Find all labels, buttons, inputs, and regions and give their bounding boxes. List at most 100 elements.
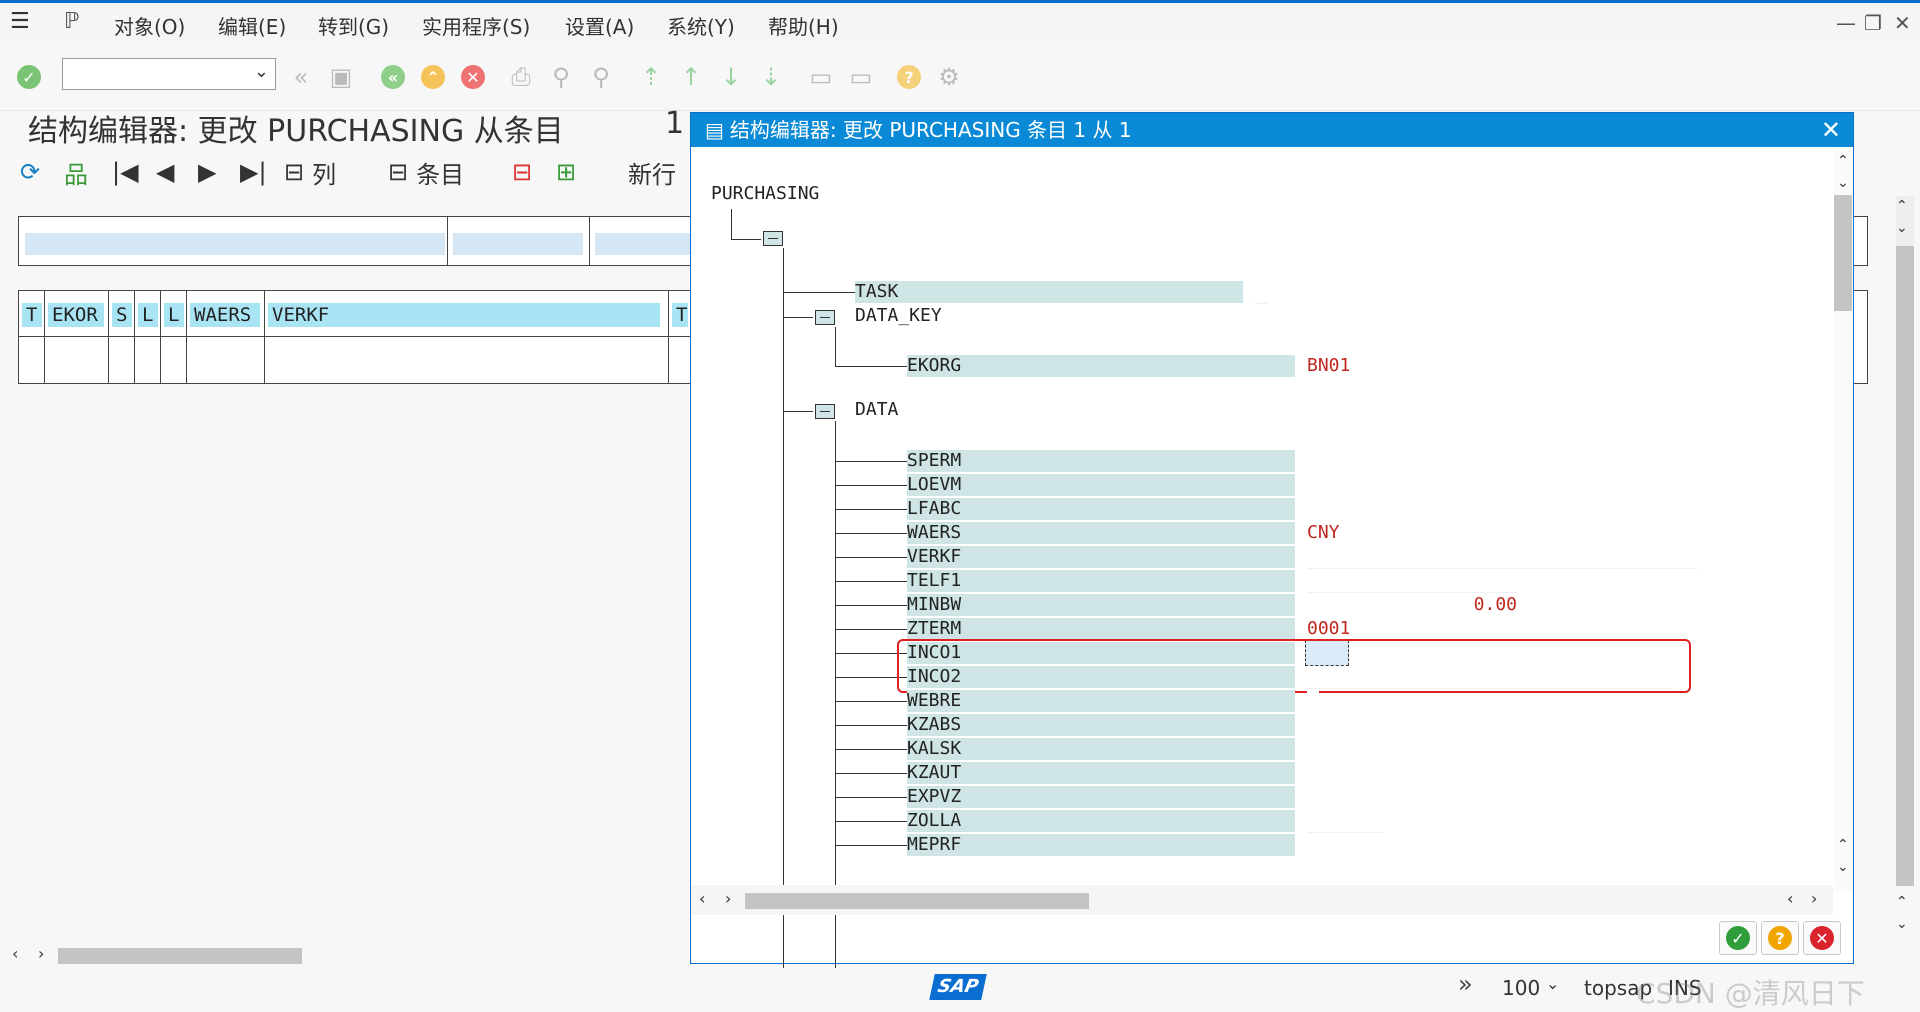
table-header-cell[interactable]: VERKF — [268, 303, 660, 327]
scroll-down-icon[interactable]: ⌄ — [1837, 859, 1849, 875]
close-window-icon[interactable]: ✕ — [1894, 11, 1911, 35]
table-header-cell[interactable]: WAERS — [190, 303, 260, 327]
menu-settings[interactable]: 设置(A) — [565, 11, 634, 40]
field-input[interactable] — [1307, 474, 1319, 496]
menu-help[interactable]: 帮助(H) — [768, 11, 839, 40]
column-button[interactable]: ⊟ 列 — [284, 156, 336, 189]
restore-icon[interactable]: ❐ — [1864, 11, 1882, 35]
print-icon[interactable]: ⎙ — [506, 62, 536, 92]
menu-edit[interactable]: 编辑(E) — [218, 11, 286, 40]
next-entry-icon[interactable]: ▶ — [198, 156, 216, 188]
table-header-cell[interactable]: S — [112, 303, 132, 327]
menu-utilities[interactable]: 实用程序(S) — [422, 11, 530, 40]
scroll-down-icon[interactable]: ⌄ — [1896, 916, 1908, 932]
field-input[interactable] — [1307, 786, 1319, 808]
folder-icon[interactable] — [815, 404, 835, 419]
find-next-icon[interactable]: ⚲ — [586, 62, 616, 92]
field-input[interactable] — [1307, 714, 1319, 736]
menu-icon[interactable]: ☰ — [10, 9, 30, 34]
dialog-vertical-scrollbar[interactable] — [1834, 151, 1852, 891]
hierarchy-icon[interactable]: 品 — [64, 156, 88, 189]
insert-row-icon[interactable]: ⊞ — [556, 156, 576, 188]
field-input[interactable] — [1307, 738, 1331, 760]
field-input[interactable] — [1307, 498, 1319, 520]
help-button[interactable]: ? — [1761, 921, 1799, 955]
scroll-down-icon[interactable]: ⌄ — [1837, 175, 1849, 191]
menu-system[interactable]: 系统(Y) — [667, 11, 735, 40]
cancel-icon[interactable]: ✕ — [458, 62, 488, 92]
table-header-cell[interactable]: L — [138, 303, 158, 327]
scroll-up-icon[interactable]: ⌃ — [1896, 198, 1908, 214]
find-icon[interactable]: ⚲ — [546, 62, 576, 92]
next-page-icon[interactable]: ↓ — [716, 62, 746, 92]
sap-menu-icon[interactable]: ℙ — [64, 9, 79, 34]
refresh-icon[interactable]: ⟳ — [20, 156, 40, 188]
minimize-icon[interactable]: — — [1836, 11, 1856, 35]
field-input[interactable] — [1307, 762, 1319, 784]
field-value-zterm[interactable]: 0001 — [1307, 618, 1350, 640]
scroll-left-icon[interactable]: ‹ — [699, 889, 705, 908]
help-icon[interactable]: ? — [894, 62, 924, 92]
field-input[interactable] — [1307, 834, 1319, 856]
menu-object[interactable]: 对象(O) — [114, 11, 185, 40]
scroll-right-icon[interactable]: › — [38, 944, 44, 963]
field-input[interactable] — [1307, 546, 1697, 569]
task-input[interactable] — [1255, 281, 1267, 304]
main-horizontal-scroll-thumb[interactable] — [58, 948, 302, 964]
back-double-icon[interactable]: « — [286, 62, 316, 92]
selection-field[interactable] — [453, 233, 583, 255]
save-icon[interactable]: ▣ — [326, 62, 356, 92]
field-value-minbw[interactable]: 0.00 — [1307, 594, 1517, 616]
selection-field[interactable] — [595, 233, 695, 255]
first-entry-icon[interactable]: |◀ — [112, 156, 139, 188]
delete-row-icon[interactable]: ⊟ — [512, 156, 532, 188]
gear-icon[interactable]: ⚙ — [934, 62, 964, 92]
selection-field[interactable] — [25, 233, 445, 255]
zoom-chevron-down-icon[interactable]: ⌄ — [1546, 974, 1559, 993]
scroll-up-icon[interactable]: ⌃ — [1837, 837, 1849, 853]
scroll-left-icon[interactable]: ‹ — [1787, 889, 1793, 908]
previous-entry-icon[interactable]: ◀ — [156, 156, 174, 188]
last-page-icon[interactable]: ⇣ — [756, 62, 786, 92]
dialog-close-icon[interactable]: ✕ — [1821, 113, 1841, 147]
table-header-cell[interactable]: T — [22, 303, 42, 327]
confirm-button[interactable]: ✓ — [1719, 921, 1757, 955]
scroll-up-icon[interactable]: ⌃ — [1896, 894, 1908, 910]
scroll-right-icon[interactable]: › — [1811, 889, 1817, 908]
back-icon[interactable]: « — [378, 62, 408, 92]
entry-button[interactable]: ⊟ 条目 — [388, 156, 464, 189]
command-field[interactable]: ⌄ — [62, 58, 276, 90]
dialog-horizontal-scroll-thumb[interactable] — [745, 893, 1089, 909]
dialog-scroll-thumb[interactable] — [1834, 195, 1852, 311]
scroll-up-icon[interactable]: ⌃ — [1837, 153, 1849, 169]
field-input[interactable] — [1307, 570, 1517, 593]
folder-icon[interactable] — [815, 310, 835, 325]
zoom-level[interactable]: 100 — [1502, 976, 1540, 1000]
new-row-button[interactable]: 新行 — [628, 156, 676, 189]
previous-page-icon[interactable]: ↑ — [676, 62, 706, 92]
cancel-button[interactable]: ✕ — [1803, 921, 1841, 955]
main-scroll-thumb[interactable] — [1896, 246, 1914, 886]
table-header-cell[interactable]: EKOR — [48, 303, 104, 327]
scroll-down-icon[interactable]: ⌄ — [1896, 220, 1908, 236]
field-input[interactable] — [1307, 690, 1319, 712]
exit-icon[interactable]: ⌃ — [418, 62, 448, 92]
first-page-icon[interactable]: ⇡ — [636, 62, 666, 92]
shortcut-icon[interactable]: ▭ — [846, 62, 876, 92]
field-input[interactable] — [1307, 810, 1383, 833]
chevron-down-icon[interactable]: ⌄ — [254, 61, 269, 82]
field-input[interactable] — [1307, 450, 1319, 472]
ekorg-value[interactable]: BN01 — [1307, 355, 1350, 377]
enter-icon[interactable]: ✓ — [14, 62, 44, 92]
expand-status-icon[interactable]: » — [1458, 970, 1473, 998]
main-vertical-scrollbar[interactable] — [1896, 196, 1914, 886]
field-value-waers[interactable]: CNY — [1307, 522, 1367, 544]
menu-goto[interactable]: 转到(G) — [318, 11, 389, 40]
last-entry-icon[interactable]: ▶| — [240, 156, 267, 188]
table-header-cell[interactable]: T — [672, 303, 688, 327]
table-header-cell[interactable]: L — [164, 303, 184, 327]
folder-icon[interactable] — [763, 231, 783, 246]
scroll-left-icon[interactable]: ‹ — [12, 944, 18, 963]
new-session-icon[interactable]: ▭ — [806, 62, 836, 92]
scroll-right-icon[interactable]: › — [725, 889, 731, 908]
